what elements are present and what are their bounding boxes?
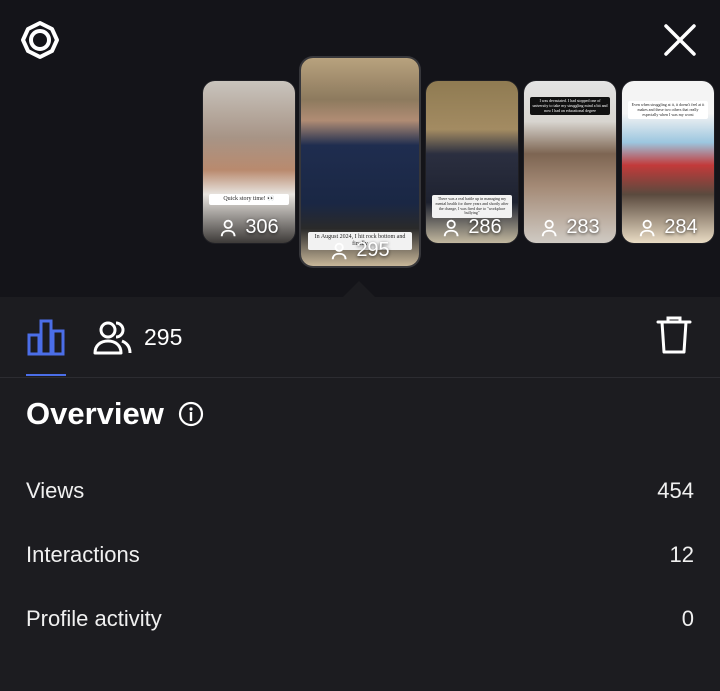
tab-viewers[interactable]: 295 — [92, 315, 182, 359]
viewers-icon — [93, 321, 132, 355]
viewers-icon — [221, 219, 236, 236]
story-viewer-count: 295 — [301, 239, 419, 262]
story-viewer-count: 286 — [426, 216, 518, 239]
story-viewer-count: 306 — [203, 216, 295, 239]
insights-tab-bar: 295 — [0, 297, 720, 378]
viewers-icon — [444, 219, 459, 236]
metric-row-interactions[interactable]: Interactions 12 — [26, 542, 694, 568]
metric-row-views: Views 454 — [26, 478, 694, 504]
close-icon[interactable] — [660, 20, 700, 60]
story-thumbnail-5[interactable]: Even when struggling at it, it doesn't f… — [622, 81, 714, 243]
metric-label: Profile activity — [26, 606, 162, 631]
viewer-count: 295 — [144, 323, 183, 350]
info-icon[interactable] — [178, 401, 204, 427]
metric-value: 12 — [669, 542, 694, 567]
trash-icon[interactable] — [656, 315, 692, 355]
viewers-icon — [332, 242, 347, 259]
story-thumbnail-3[interactable]: There was a real battle up in managing m… — [426, 81, 518, 243]
story-tray: Quick story time! 👀 306 In August 2024, … — [0, 0, 720, 298]
story-caption: There was a real battle up in managing m… — [431, 195, 513, 219]
story-thumbnail-2[interactable]: In August 2024, I hit rock bottom and fi… — [301, 58, 419, 266]
metric-label: Views — [26, 478, 85, 503]
story-thumbnail-1[interactable]: Quick story time! 👀 306 — [203, 81, 295, 243]
metric-value: 0 — [681, 606, 694, 631]
bar-chart-icon[interactable] — [26, 317, 66, 357]
story-thumbnail-4[interactable]: I was devastated. I had stopped one of u… — [524, 81, 616, 243]
gear-icon[interactable] — [20, 20, 60, 60]
metric-value: 454 — [657, 478, 694, 503]
overview-header: Overview — [26, 396, 204, 432]
overview-title: Overview — [26, 396, 164, 431]
metric-row-profile-activity[interactable]: Profile activity 0 — [26, 606, 694, 632]
story-viewer-count: 283 — [524, 216, 616, 239]
viewers-icon — [640, 219, 655, 236]
story-caption: Even when struggling at it, it doesn't f… — [627, 101, 709, 120]
active-tab-indicator — [26, 374, 66, 376]
viewers-icon — [542, 219, 557, 236]
metric-label: Interactions — [26, 542, 140, 567]
story-viewer-count: 284 — [622, 216, 714, 239]
story-caption: I was devastated. I had stopped one of u… — [529, 97, 611, 116]
story-caption: Quick story time! 👀 — [208, 194, 290, 206]
selected-story-pointer — [342, 281, 376, 298]
